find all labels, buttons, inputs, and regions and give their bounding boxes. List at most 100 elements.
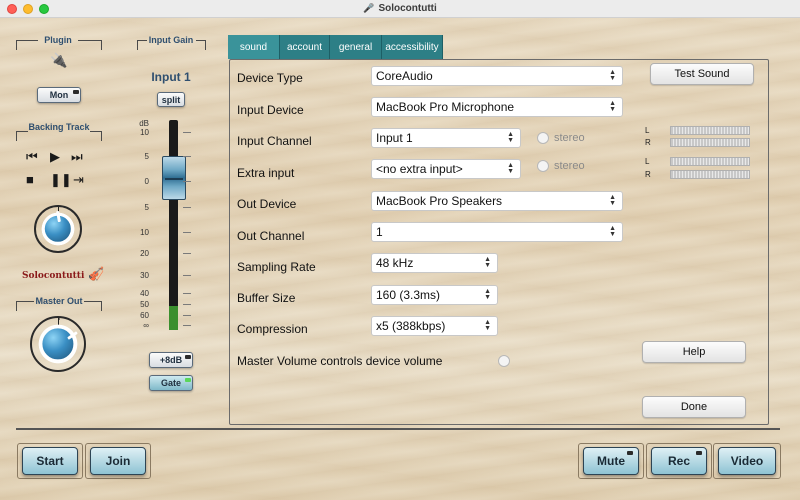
select-arrows-icon: ▲ ▼: [609, 100, 616, 113]
scale-label: 10: [140, 128, 149, 137]
scale-tick: [183, 253, 191, 254]
scale-tick: [183, 315, 191, 316]
master-volume-knob[interactable]: [30, 316, 86, 372]
test-sound-button[interactable]: Test Sound: [650, 63, 754, 85]
input-channel-stereo-radio[interactable]: [537, 132, 549, 144]
out-channel-label: Out Channel: [237, 229, 305, 243]
rec-label: Rec: [667, 454, 690, 468]
tab-general[interactable]: general: [330, 35, 382, 59]
forward-icon[interactable]: ⏭: [71, 150, 83, 163]
help-button[interactable]: Help: [642, 341, 746, 363]
master-frame-left: [16, 301, 34, 311]
channel-name: Input 1: [151, 70, 191, 84]
minimize-window-button[interactable]: [23, 4, 33, 14]
select-arrows-icon: ▲ ▼: [484, 256, 491, 269]
master-volume-radio[interactable]: [498, 355, 510, 367]
out-device-value: MacBook Pro Speakers: [376, 194, 503, 208]
input-gain-label: Input Gain: [148, 35, 194, 45]
device-type-label: Device Type: [237, 71, 303, 85]
close-window-button[interactable]: [7, 4, 17, 14]
buffer-size-select[interactable]: 160 (3.3ms) ▲ ▼: [371, 285, 498, 305]
extra-input-stereo-radio[interactable]: [537, 160, 549, 172]
out-channel-value: 1: [376, 225, 383, 239]
split-label: split: [161, 94, 181, 105]
input-channel-stereo-label: stereo: [554, 132, 585, 144]
scale-tick: [183, 325, 191, 326]
tab-general-label: general: [338, 41, 373, 53]
input-device-label: Input Device: [237, 103, 304, 117]
input-gain-fader-track[interactable]: [169, 120, 178, 330]
scale-label: 50: [140, 300, 149, 309]
scale-tick: [183, 207, 191, 208]
sampling-rate-select[interactable]: 48 kHz ▲ ▼: [371, 253, 498, 273]
meter-right-label: R: [645, 138, 651, 147]
gain-frame-right: [196, 40, 206, 50]
app-icon: 🎤: [363, 3, 375, 13]
input-level-indicator: [169, 306, 178, 330]
scale-label: 0: [144, 177, 149, 186]
meter-left-label: L: [645, 157, 650, 166]
rewind-icon[interactable]: ⏮: [26, 150, 38, 163]
device-type-value: CoreAudio: [376, 69, 433, 83]
tab-account[interactable]: account: [280, 35, 330, 59]
meter-left-label: L: [645, 126, 650, 135]
select-arrows-icon: ▲ ▼: [484, 288, 491, 301]
window-controls: [7, 4, 49, 14]
select-arrows-icon: ▲ ▼: [609, 194, 616, 207]
scale-tick: [183, 181, 191, 182]
gate-led: [185, 378, 191, 382]
play-icon[interactable]: ▶: [50, 150, 60, 163]
pause-icon[interactable]: ❚❚: [50, 173, 72, 186]
mute-label: Mute: [597, 454, 625, 468]
stop-icon[interactable]: ■: [26, 173, 34, 186]
mute-led: [627, 451, 633, 455]
video-button[interactable]: Video: [718, 447, 776, 475]
plugin-frame-left: [16, 40, 38, 50]
input-device-select[interactable]: MacBook Pro Microphone ▲ ▼: [371, 97, 623, 117]
select-arrows-icon: ▲ ▼: [609, 225, 616, 238]
input-channel-select[interactable]: Input 1 ▲ ▼: [371, 128, 521, 148]
extra-input-stereo-label: stereo: [554, 160, 585, 172]
device-type-select[interactable]: CoreAudio ▲ ▼: [371, 66, 623, 86]
extra-input-value: <no extra input>: [376, 162, 463, 176]
master-volume-label: Master Volume controls device volume: [237, 354, 443, 368]
tab-accessibility-label: accessibility: [385, 41, 439, 53]
plug-icon[interactable]: 🔌: [50, 52, 67, 69]
output-level-meter-left: [670, 157, 750, 166]
scale-label: dB: [139, 119, 149, 128]
out-channel-select[interactable]: 1 ▲ ▼: [371, 222, 623, 242]
select-arrows-icon: ▲ ▼: [507, 162, 514, 175]
backing-track-label: Backing Track: [28, 122, 90, 132]
split-button[interactable]: split: [157, 92, 185, 107]
plus-8db-label: +8dB: [159, 355, 183, 365]
select-arrows-icon: ▲ ▼: [609, 69, 616, 82]
title-bar: 🎤 Solocontutti: [0, 0, 800, 18]
input-gain-fader-handle[interactable]: [162, 156, 186, 200]
load-track-icon[interactable]: ⇥: [73, 173, 84, 186]
test-sound-label: Test Sound: [674, 68, 730, 80]
maximize-window-button[interactable]: [39, 4, 49, 14]
scale-label: ∞: [143, 321, 149, 330]
compression-select[interactable]: x5 (388kbps) ▲ ▼: [371, 316, 498, 336]
scale-tick: [183, 132, 191, 133]
tab-accessibility[interactable]: accessibility: [382, 35, 443, 59]
tab-account-label: account: [286, 41, 323, 53]
sampling-rate-label: Sampling Rate: [237, 260, 316, 274]
extra-input-select[interactable]: <no extra input> ▲ ▼: [371, 159, 521, 179]
musician-icon: 🎻: [88, 266, 105, 281]
done-label: Done: [680, 401, 708, 413]
out-device-select[interactable]: MacBook Pro Speakers ▲ ▼: [371, 191, 623, 211]
start-button[interactable]: Start: [22, 447, 78, 475]
backing-frame-right: [90, 131, 102, 141]
plugin-frame-right: [78, 40, 102, 50]
tab-sound[interactable]: sound: [228, 35, 280, 59]
plus-8db-led: [185, 355, 191, 359]
join-label: Join: [105, 454, 131, 468]
input-channel-label: Input Channel: [237, 134, 312, 148]
done-button[interactable]: Done: [642, 396, 746, 418]
scale-tick: [183, 156, 191, 157]
bottom-divider: [16, 428, 780, 430]
gate-label: Gate: [160, 378, 181, 388]
join-button[interactable]: Join: [90, 447, 146, 475]
input-level-meter-left: [670, 126, 750, 135]
